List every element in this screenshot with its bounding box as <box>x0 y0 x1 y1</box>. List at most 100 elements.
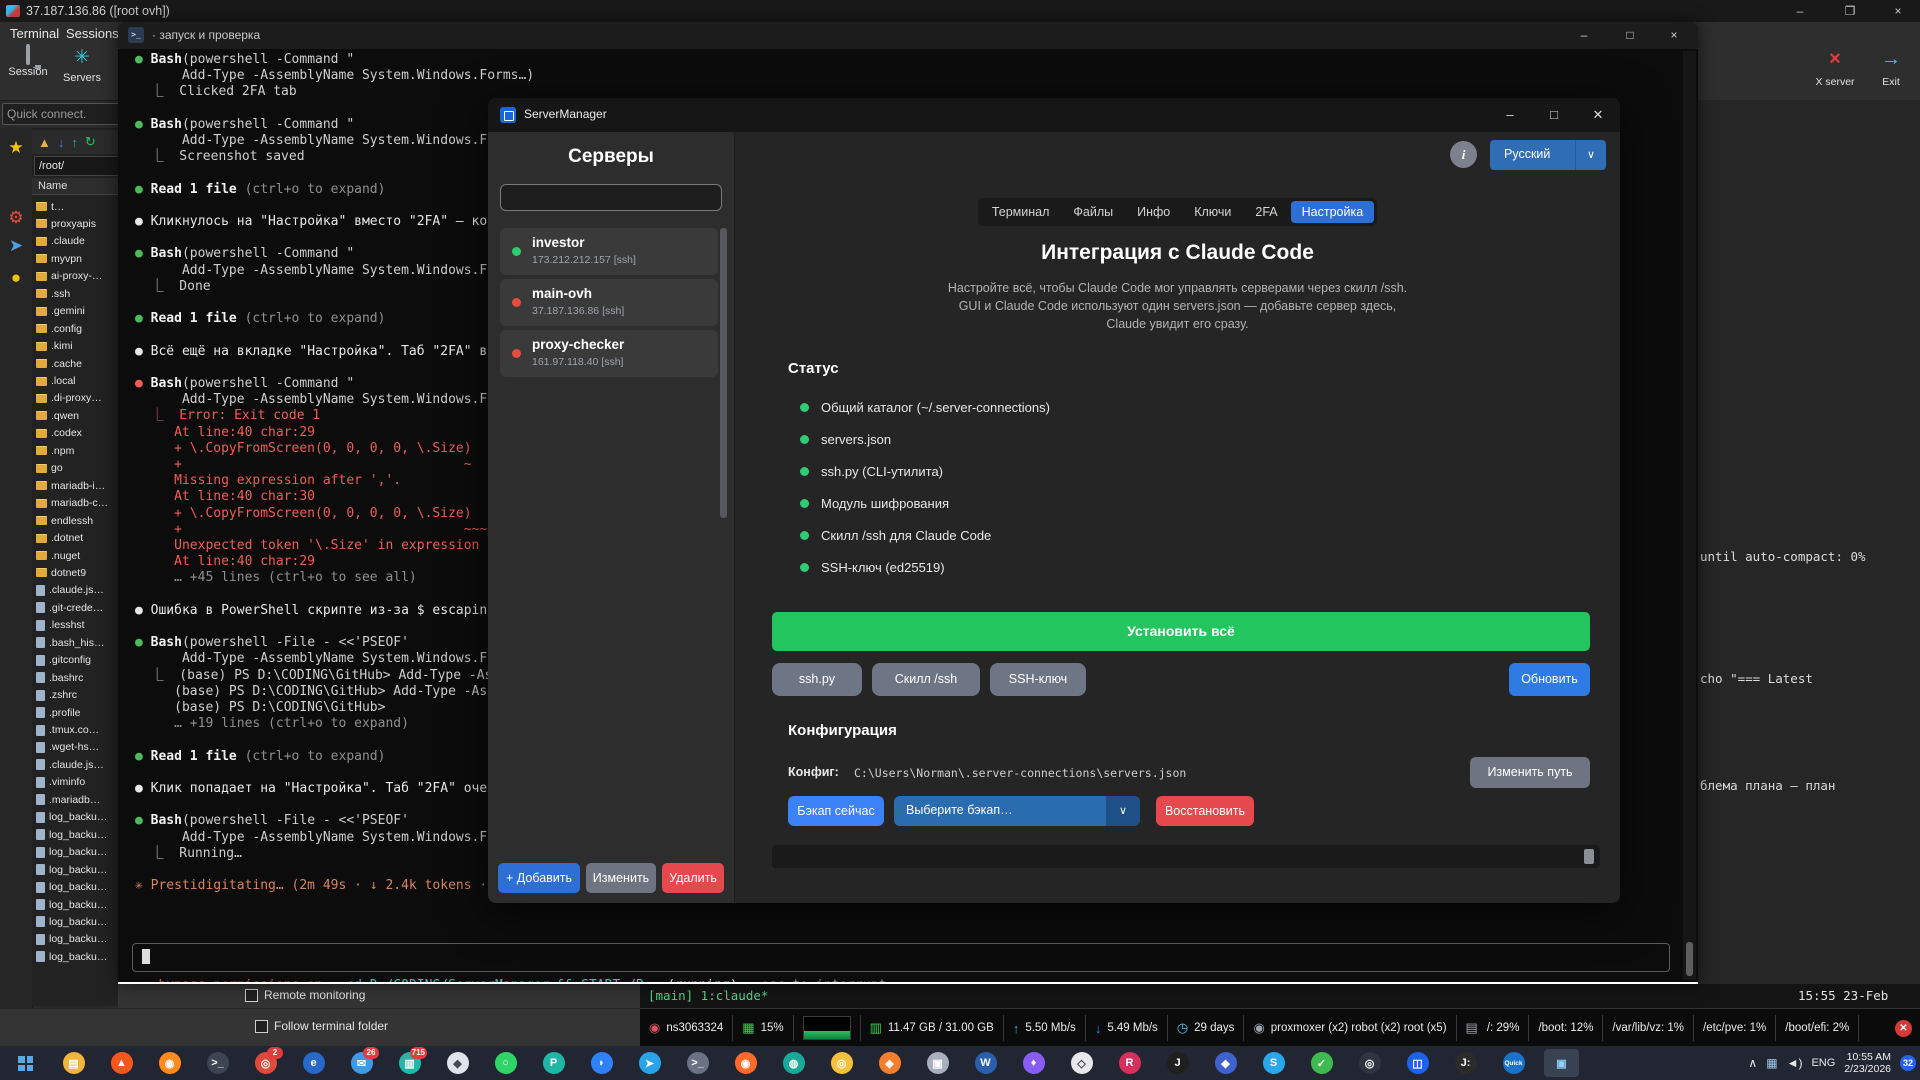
taskbar-icon-jetbrains[interactable]: J <box>1160 1049 1195 1077</box>
taskbar-icon-brave[interactable]: ▲ <box>104 1049 139 1077</box>
taskbar-icon-word[interactable]: W <box>968 1049 1003 1077</box>
tab-2fa[interactable]: 2FA <box>1244 201 1288 223</box>
edit-server-button[interactable]: Изменить <box>586 863 656 893</box>
terminal-scrollbar[interactable] <box>1683 51 1696 980</box>
tab-ключи[interactable]: Ключи <box>1183 201 1242 223</box>
taskbar-icon-light-app[interactable]: ◆ <box>440 1049 475 1077</box>
server-card[interactable]: proxy-checker161.97.118.40 [ssh] <box>500 330 718 377</box>
toolbar-exit-button[interactable]: → Exit <box>1864 46 1918 90</box>
taskbar-icon-docker-blue[interactable]: ◫ <box>1400 1049 1435 1077</box>
notification-badge[interactable]: 32 <box>1900 1055 1916 1071</box>
server-manager-titlebar: ServerManager – □ ✕ <box>488 98 1620 132</box>
tools-icon[interactable]: ⚙ <box>0 208 32 228</box>
taskbar-icon-whatsapp[interactable]: ○ <box>488 1049 523 1077</box>
server-search-input[interactable] <box>500 184 722 211</box>
server-card[interactable]: investor173.212.212.157 [ssh] <box>500 228 718 275</box>
taskbar-icon-teal-circle[interactable]: ◍ <box>776 1049 811 1077</box>
tray-expand-icon[interactable]: ∧ <box>1748 1056 1757 1070</box>
terminal-close-button[interactable]: × <box>1652 22 1696 49</box>
restore-button[interactable]: Восстановить <box>1156 796 1254 826</box>
taskbar-icon-firefox-2[interactable]: ◉ <box>728 1049 763 1077</box>
keyboard-language[interactable]: ENG <box>1811 1057 1835 1069</box>
backup-now-button[interactable]: Бэкап сейчас <box>788 796 884 826</box>
taskbar-icon-jb-toolbox[interactable]: J: <box>1448 1049 1483 1077</box>
taskbar-icon-obs-dark[interactable]: ◎ <box>1352 1049 1387 1077</box>
taskbar-icon-vscode[interactable]: ◗ <box>584 1049 619 1077</box>
refresh-button[interactable]: Обновить <box>1509 663 1590 696</box>
add-server-button[interactable]: + Добавить <box>498 863 580 893</box>
terminal-minimize-button[interactable]: – <box>1562 22 1606 49</box>
backup-select[interactable]: Выберите бэкап… ∨ <box>894 796 1140 826</box>
sm-close-button[interactable]: ✕ <box>1576 98 1620 132</box>
folder-up-icon[interactable]: ▲ <box>38 135 51 150</box>
sm-minimize-button[interactable]: – <box>1488 98 1532 132</box>
taskbar-icon-quick-app[interactable]: Quick <box>1496 1049 1531 1077</box>
language-select[interactable]: Русский ∨ <box>1490 140 1606 170</box>
taskbar-icon-telegram[interactable]: ➤ <box>632 1049 667 1077</box>
delete-server-button[interactable]: Удалить <box>662 863 724 893</box>
metrics-close-button[interactable]: ✕ <box>1895 1020 1912 1037</box>
install-all-button[interactable]: Установить всё <box>772 612 1590 651</box>
log-scroll-thumb[interactable] <box>1584 849 1594 864</box>
taskbar-icon-purple-app[interactable]: ♦ <box>1016 1049 1051 1077</box>
moba-maximize-button[interactable]: ❐ <box>1828 0 1872 22</box>
change-path-button[interactable]: Изменить путь <box>1470 757 1590 788</box>
tab-инфо[interactable]: Инфо <box>1126 201 1181 223</box>
taskbar-icon-rider[interactable]: R <box>1112 1049 1147 1077</box>
taskbar-icon-browser-profile[interactable]: ◎2 <box>248 1049 283 1077</box>
taskbar-icon-active-app[interactable]: ▣ <box>1544 1049 1579 1077</box>
tab-файлы[interactable]: Файлы <box>1062 201 1124 223</box>
taskbar-icon-orange-tool[interactable]: ◈ <box>872 1049 907 1077</box>
terminal-scroll-thumb[interactable] <box>1686 942 1693 976</box>
taskbar-icon-monitor-app[interactable]: ▥715 <box>392 1049 427 1077</box>
refresh-icon[interactable]: ↻ <box>85 134 96 150</box>
pill-ssh-py[interactable]: ssh.py <box>772 663 862 696</box>
download-icon[interactable]: ↓ <box>58 135 65 150</box>
favorites-star-icon[interactable]: ★ <box>0 138 32 158</box>
taskbar-icon-file-explorer[interactable]: ▤ <box>56 1049 91 1077</box>
remote-monitoring-checkbox[interactable]: Remote monitoring <box>245 988 365 1002</box>
taskbar-icon-terminal-gray[interactable]: >_ <box>680 1049 715 1077</box>
pill-ssh-[interactable]: SSH-ключ <box>990 663 1086 696</box>
upload-icon[interactable]: ↑ <box>71 135 78 150</box>
network-icon[interactable]: ▦ <box>1766 1056 1777 1070</box>
tab-терминал[interactable]: Терминал <box>981 201 1061 223</box>
chevron-down-icon: ∨ <box>1575 140 1606 170</box>
macro-ball-icon[interactable]: ● <box>0 268 32 288</box>
prompt-input[interactable] <box>132 943 1670 972</box>
moba-close-button[interactable]: × <box>1876 0 1920 22</box>
moba-minimize-button[interactable]: – <box>1778 0 1822 22</box>
server-card[interactable]: main-ovh37.187.136.86 [ssh] <box>500 279 718 326</box>
toolbar-session-button[interactable]: Session <box>4 46 52 78</box>
taskbar-icon-skype[interactable]: S <box>1256 1049 1291 1077</box>
taskbar-icon-green-app[interactable]: ✓ <box>1304 1049 1339 1077</box>
tab-настройка[interactable]: Настройка <box>1291 201 1375 223</box>
taskbar-icon-blue-app[interactable]: ◆ <box>1208 1049 1243 1077</box>
pill--ssh[interactable]: Скилл /ssh <box>872 663 980 696</box>
info-button[interactable]: i <box>1450 141 1477 168</box>
terminal-maximize-button[interactable]: □ <box>1608 22 1652 49</box>
taskbar-icon-edge[interactable]: e <box>296 1049 331 1077</box>
taskbar-icon-firefox[interactable]: ◉ <box>152 1049 187 1077</box>
blue-app-glyph: ◆ <box>1215 1052 1237 1074</box>
taskbar-icon-start[interactable] <box>8 1049 43 1077</box>
taskbar-icon-camera-app[interactable]: ▣ <box>920 1049 955 1077</box>
tray-clock[interactable]: 10:55 AM 2/23/2026 <box>1844 1051 1891 1075</box>
terminal-tab-title[interactable]: · запуск и проверка <box>152 28 260 42</box>
volume-icon[interactable]: ◄) <box>1787 1056 1803 1070</box>
server-list-scrollbar[interactable] <box>720 228 727 518</box>
folder-icon <box>36 377 47 386</box>
taskbar-icon-mail-app[interactable]: ✉26 <box>344 1049 379 1077</box>
taskbar-icon-terminal-dark[interactable]: >_ <box>200 1049 235 1077</box>
menu-terminal[interactable]: Terminal <box>10 26 59 41</box>
quick-connect-input[interactable]: Quick connect. <box>2 103 120 125</box>
toolbar-servers-button[interactable]: ✳ Servers <box>58 46 106 84</box>
follow-terminal-folder-checkbox[interactable]: Follow terminal folder <box>255 1019 388 1033</box>
send-icon[interactable]: ➤ <box>0 236 32 256</box>
taskbar-icon-white-app[interactable]: ◇ <box>1064 1049 1099 1077</box>
taskbar-icon-dev-teal[interactable]: P <box>536 1049 571 1077</box>
sm-maximize-button[interactable]: □ <box>1532 98 1576 132</box>
toolbar-xserver-button[interactable]: × X server <box>1808 46 1862 90</box>
menu-sessions[interactable]: Sessions <box>66 26 119 41</box>
taskbar-icon-chrome[interactable]: ◎ <box>824 1049 859 1077</box>
